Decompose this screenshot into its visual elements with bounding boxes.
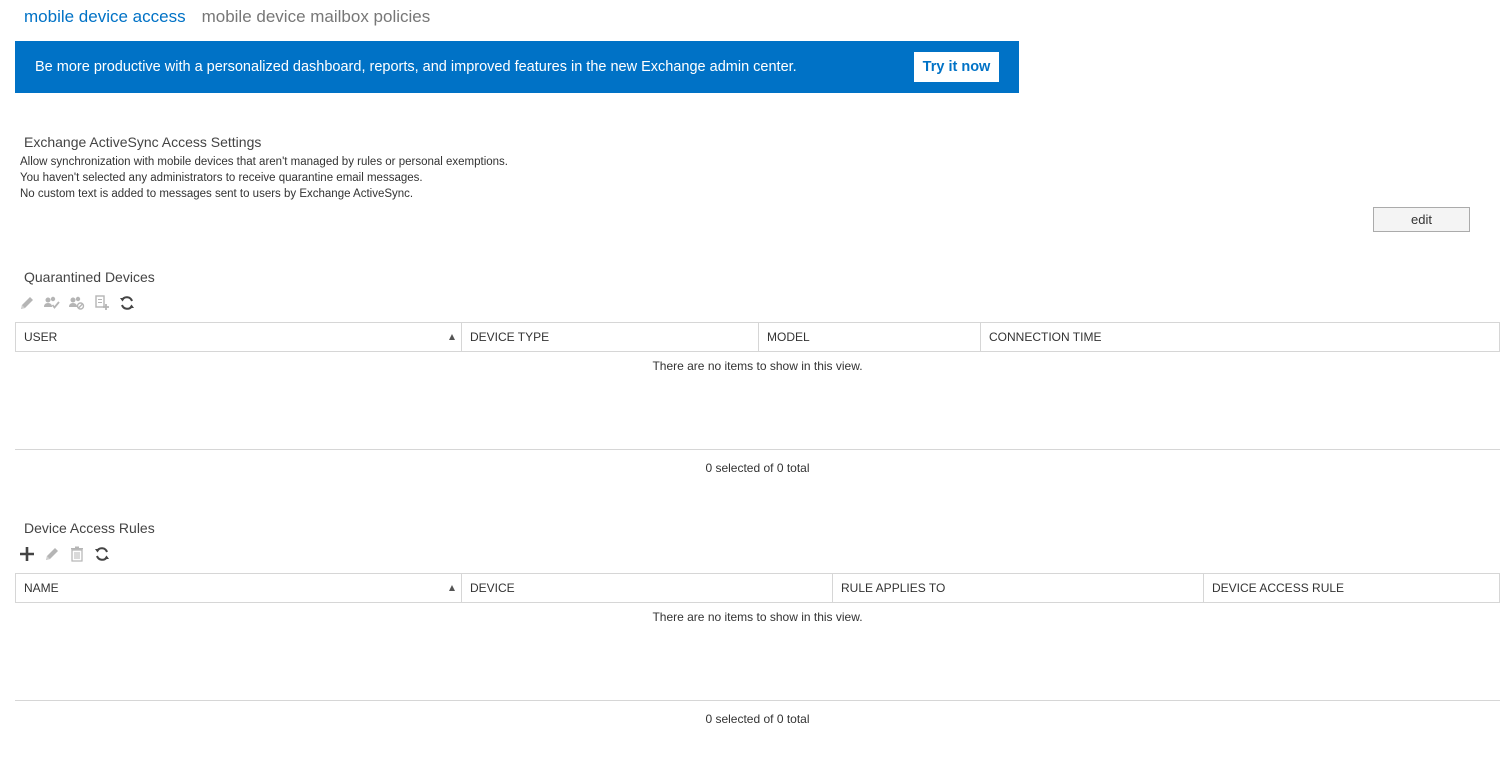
- tab-mobile-device-access[interactable]: mobile device access: [24, 6, 186, 28]
- column-header-model[interactable]: MODEL: [759, 323, 981, 351]
- column-header-device-type[interactable]: DEVICE TYPE: [462, 323, 759, 351]
- edit-settings-button[interactable]: edit: [1373, 207, 1470, 232]
- edit-icon[interactable]: [43, 546, 60, 563]
- column-label: NAME: [24, 581, 59, 595]
- edit-icon[interactable]: [18, 295, 35, 312]
- quarantined-empty-message: There are no items to show in this view.: [652, 359, 863, 373]
- column-label: DEVICE TYPE: [470, 330, 550, 344]
- rules-empty-message: There are no items to show in this view.: [652, 610, 863, 624]
- quarantined-devices-title: Quarantined Devices: [24, 269, 155, 285]
- refresh-icon[interactable]: [93, 546, 110, 563]
- column-header-device-access-rule[interactable]: DEVICE ACCESS RULE: [1204, 574, 1499, 602]
- rules-selection-count: 0 selected of 0 total: [705, 712, 810, 726]
- banner-text: Be more productive with a personalized d…: [35, 59, 797, 75]
- eas-settings-title: Exchange ActiveSync Access Settings: [24, 134, 262, 150]
- new-eac-banner: Be more productive with a personalized d…: [15, 41, 1019, 93]
- quarantined-selection-count: 0 selected of 0 total: [705, 461, 810, 475]
- eas-setting-line: Allow synchronization with mobile device…: [20, 156, 509, 168]
- delete-icon[interactable]: [68, 546, 85, 563]
- device-access-rules-title: Device Access Rules: [24, 520, 155, 536]
- column-header-device[interactable]: DEVICE: [462, 574, 833, 602]
- column-label: DEVICE ACCESS RULE: [1212, 581, 1345, 595]
- divider: [15, 449, 1500, 450]
- column-label: DEVICE: [470, 581, 515, 595]
- block-device-icon[interactable]: [68, 295, 85, 312]
- quarantined-grid-header: USER DEVICE TYPE MODEL CONNECTION TIME: [15, 322, 1500, 352]
- column-label: USER: [24, 330, 58, 344]
- page: mobile device access mobile device mailb…: [0, 0, 1501, 776]
- eas-settings-summary: Allow synchronization with mobile device…: [20, 154, 508, 202]
- column-header-rule-applies-to[interactable]: RULE APPLIES TO: [833, 574, 1204, 602]
- export-icon[interactable]: [93, 295, 110, 312]
- sort-ascending-icon: [449, 334, 455, 340]
- column-label: CONNECTION TIME: [989, 330, 1102, 344]
- column-header-connection-time[interactable]: CONNECTION TIME: [981, 323, 1499, 351]
- divider: [15, 700, 1500, 701]
- tab-mobile-device-mailbox-policies[interactable]: mobile device mailbox policies: [202, 6, 431, 28]
- tab-bar: mobile device access mobile device mailb…: [24, 6, 430, 28]
- add-icon[interactable]: [18, 546, 35, 563]
- quarantined-toolbar: [18, 294, 135, 312]
- rules-toolbar: [18, 545, 110, 563]
- column-label: RULE APPLIES TO: [841, 581, 946, 595]
- eas-setting-line: You haven't selected any administrators …: [20, 172, 423, 184]
- allow-device-icon[interactable]: [43, 295, 60, 312]
- eas-setting-line: No custom text is added to messages sent…: [20, 188, 414, 200]
- sort-ascending-icon: [449, 585, 455, 591]
- try-it-now-button[interactable]: Try it now: [914, 52, 999, 82]
- refresh-icon[interactable]: [118, 295, 135, 312]
- column-label: MODEL: [767, 330, 810, 344]
- column-header-name[interactable]: NAME: [16, 574, 462, 602]
- rules-grid-header: NAME DEVICE RULE APPLIES TO DEVICE ACCES…: [15, 573, 1500, 603]
- column-header-user[interactable]: USER: [16, 323, 462, 351]
